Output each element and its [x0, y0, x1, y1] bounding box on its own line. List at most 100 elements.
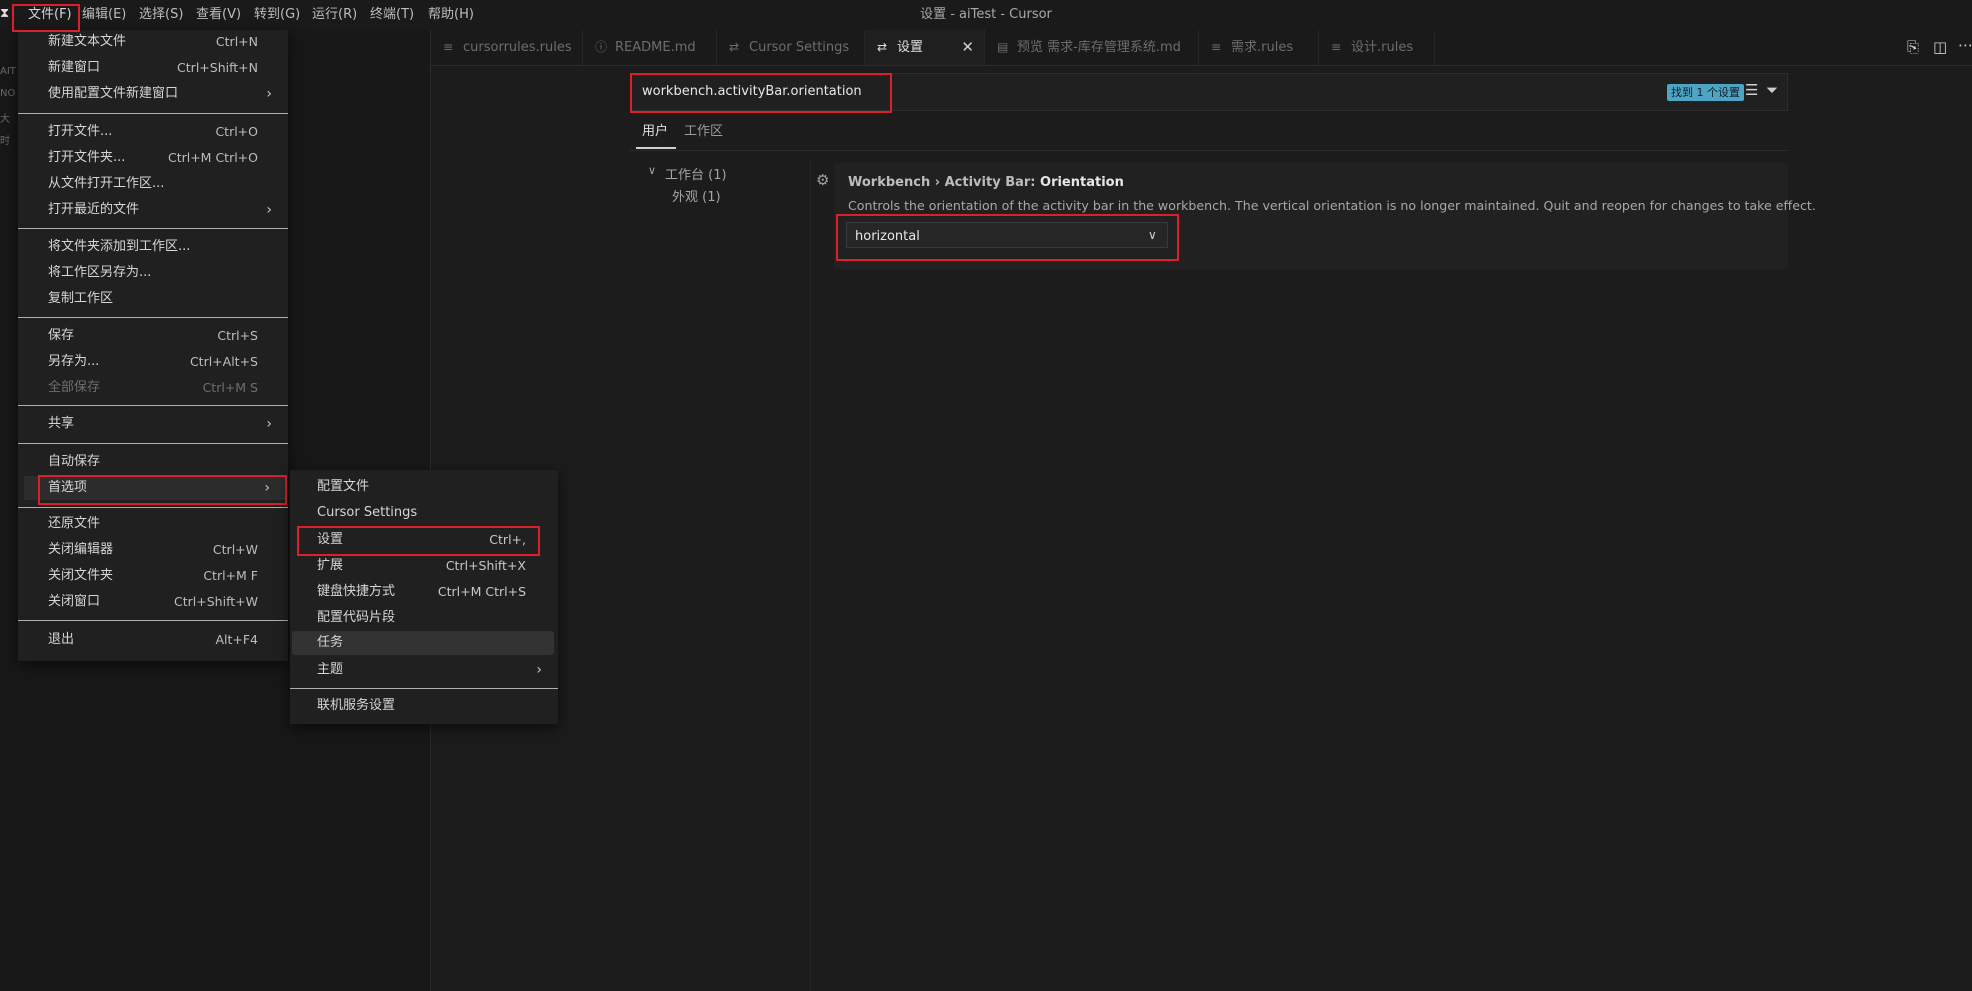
toc-appearance[interactable]: 外观 (1) — [672, 186, 721, 205]
tab-cursorrules[interactable]: ≡ cursorrules.rules — [431, 30, 583, 65]
tab-user[interactable]: 用户 — [642, 123, 668, 141]
menu-item-shortcut: Alt+F4 — [215, 632, 258, 647]
explorer-text: 时 — [0, 136, 10, 147]
title-bar: ⧗ 文件(F) 编辑(E) 选择(S) 查看(V) 转到(G) 运行(R) 终端… — [0, 0, 1972, 30]
menu-item-revert-file[interactable]: 还原文件 — [18, 512, 288, 536]
tab-label: 设置 — [897, 40, 924, 55]
menu-item-label: 共享 — [48, 416, 75, 431]
menu-item-shortcut: Ctrl+O — [215, 124, 258, 139]
menu-item-shortcut: Ctrl+Alt+S — [189, 354, 258, 369]
chevron-down-icon[interactable]: ∨ — [648, 164, 656, 177]
tab-label: Cursor Settings — [749, 40, 850, 55]
menu-item-save-as[interactable]: 另存为... Ctrl+Alt+S — [18, 350, 288, 374]
submenu-item-settings[interactable]: 设置 Ctrl+, — [290, 528, 558, 552]
tab-label: 预览 需求-库存管理系统.md — [1017, 40, 1181, 55]
menu-item-shortcut: Ctrl+Shift+X — [445, 558, 526, 573]
tab-label: cursorrules.rules — [463, 40, 572, 55]
menu-item-label: 关闭窗口 — [48, 594, 101, 609]
menu-item-close-editor[interactable]: 关闭编辑器 Ctrl+W — [18, 538, 288, 562]
tab-label: 设计.rules — [1351, 40, 1414, 55]
submenu-item-online-services[interactable]: 联机服务设置 — [290, 694, 558, 718]
menu-item-share[interactable]: 共享 › — [18, 412, 288, 436]
explorer-partial: AIT NO 大 时 — [0, 66, 18, 154]
menu-item-close-window[interactable]: 关闭窗口 Ctrl+Shift+W — [18, 590, 288, 614]
menu-item-shortcut: Ctrl+, — [489, 532, 526, 547]
menu-item-open-folder[interactable]: 打开文件夹... Ctrl+M Ctrl+O — [18, 146, 288, 170]
menu-item-close-folder[interactable]: 关闭文件夹 Ctrl+M F — [18, 564, 288, 588]
menu-item-shortcut: Ctrl+S — [217, 328, 258, 343]
menu-item-label: 关闭文件夹 — [48, 568, 114, 583]
chevron-right-icon: › — [266, 416, 272, 432]
menu-item-new-text-file[interactable]: 新建文本文件 Ctrl+N — [18, 30, 288, 54]
menu-item-save-all: 全部保存 Ctrl+M S — [18, 376, 288, 400]
menu-item-save[interactable]: 保存 Ctrl+S — [18, 324, 288, 348]
menu-separator — [18, 113, 288, 114]
chevron-right-icon: › — [264, 480, 270, 496]
menu-item-label: 将文件夹添加到工作区... — [48, 239, 191, 254]
tab-label: 需求.rules — [1231, 40, 1294, 55]
results-count-badge: 找到 1 个设置 — [1667, 84, 1744, 101]
menu-item-add-folder[interactable]: 将文件夹添加到工作区... — [18, 235, 288, 259]
setting-title: Workbench › Activity Bar: Orientation — [848, 175, 1124, 190]
chevron-right-icon: › — [536, 662, 542, 678]
menu-item-shortcut: Ctrl+W — [212, 542, 258, 557]
more-actions-icon[interactable]: ⋯ — [1958, 36, 1972, 54]
tab-cursor-settings[interactable]: ⇄ Cursor Settings — [717, 30, 865, 65]
tab-design-rules[interactable]: ≡ 设计.rules — [1319, 30, 1435, 65]
menu-item-shortcut: Ctrl+M Ctrl+S — [437, 584, 526, 599]
explorer-text: NO — [0, 88, 16, 99]
menu-item-label: Cursor Settings — [317, 505, 418, 520]
tab-settings[interactable]: ⇄ 设置 ✕ — [865, 30, 985, 65]
menu-item-exit[interactable]: 退出 Alt+F4 — [18, 628, 288, 652]
submenu-item-tasks[interactable]: 任务 — [292, 631, 554, 655]
menu-item-shortcut: Ctrl+M S — [202, 380, 258, 395]
menu-item-new-window-profile[interactable]: 使用配置文件新建窗口 › — [18, 82, 288, 106]
submenu-item-profiles[interactable]: 配置文件 — [290, 475, 558, 499]
menu-item-label: 打开文件... — [48, 124, 113, 139]
menu-item-label: 联机服务设置 — [317, 698, 396, 713]
settings-sliders-icon: ⇄ — [877, 40, 888, 54]
clear-filter-icon[interactable]: ☰ — [1745, 81, 1758, 99]
menu-item-open-recent[interactable]: 打开最近的文件 › — [18, 198, 288, 222]
submenu-item-keyboard-shortcuts[interactable]: 键盘快捷方式 Ctrl+M Ctrl+S — [290, 580, 558, 604]
tab-preview[interactable]: ▤ 预览 需求-库存管理系统.md — [985, 30, 1199, 65]
toc-workbench[interactable]: 工作台 (1) — [665, 164, 727, 183]
menu-item-open-file[interactable]: 打开文件... Ctrl+O — [18, 120, 288, 144]
setting-title-key: Orientation — [1040, 175, 1124, 190]
window-title: 设置 - aiTest - Cursor — [920, 7, 1052, 22]
menu-item-label: 从文件打开工作区... — [48, 176, 165, 191]
menu-item-label: 关闭编辑器 — [48, 542, 114, 557]
setting-title-prefix: Workbench › Activity Bar: — [848, 175, 1041, 190]
filter-icon[interactable]: ⏷ — [1766, 81, 1778, 99]
select-value: horizontal — [855, 229, 920, 244]
submenu-item-cursor-settings[interactable]: Cursor Settings — [290, 501, 558, 525]
menu-item-duplicate-workspace[interactable]: 复制工作区 — [18, 287, 288, 311]
menu-item-label: 设置 — [317, 532, 344, 547]
menu-item-shortcut: Ctrl+Shift+N — [177, 60, 258, 75]
menu-item-shortcut: Ctrl+M F — [203, 568, 258, 583]
submenu-item-themes[interactable]: 主题 › — [290, 658, 558, 682]
menu-item-preferences[interactable]: 首选项 › — [24, 476, 286, 500]
menu-item-auto-save[interactable]: 自动保存 — [18, 450, 288, 474]
open-settings-json-icon[interactable]: ⎘ — [1907, 38, 1919, 56]
chevron-right-icon: › — [266, 202, 272, 218]
menu-item-label: 新建文本文件 — [48, 34, 127, 49]
file-lines-icon: ≡ — [1331, 40, 1342, 54]
gear-icon[interactable]: ⚙ — [816, 171, 829, 189]
tab-workspace[interactable]: 工作区 — [684, 123, 723, 141]
menu-item-label: 自动保存 — [48, 454, 101, 469]
submenu-item-snippets[interactable]: 配置代码片段 — [290, 606, 558, 630]
menu-item-label: 复制工作区 — [48, 291, 114, 306]
menu-item-new-window[interactable]: 新建窗口 Ctrl+Shift+N — [18, 56, 288, 80]
close-icon[interactable]: ✕ — [961, 30, 974, 65]
tab-readme[interactable]: ⓘ README.md — [583, 30, 717, 65]
menu-item-save-workspace-as[interactable]: 将工作区另存为... — [18, 261, 288, 285]
menu-item-label: 配置代码片段 — [317, 610, 396, 625]
tab-label: README.md — [615, 40, 696, 55]
menu-item-label: 打开文件夹... — [48, 150, 126, 165]
menu-item-label: 扩展 — [317, 558, 344, 573]
tab-requirements-rules[interactable]: ≡ 需求.rules — [1199, 30, 1319, 65]
menu-item-open-workspace[interactable]: 从文件打开工作区... — [18, 172, 288, 196]
submenu-item-extensions[interactable]: 扩展 Ctrl+Shift+X — [290, 554, 558, 578]
split-editor-icon[interactable]: ◫ — [1933, 38, 1947, 56]
